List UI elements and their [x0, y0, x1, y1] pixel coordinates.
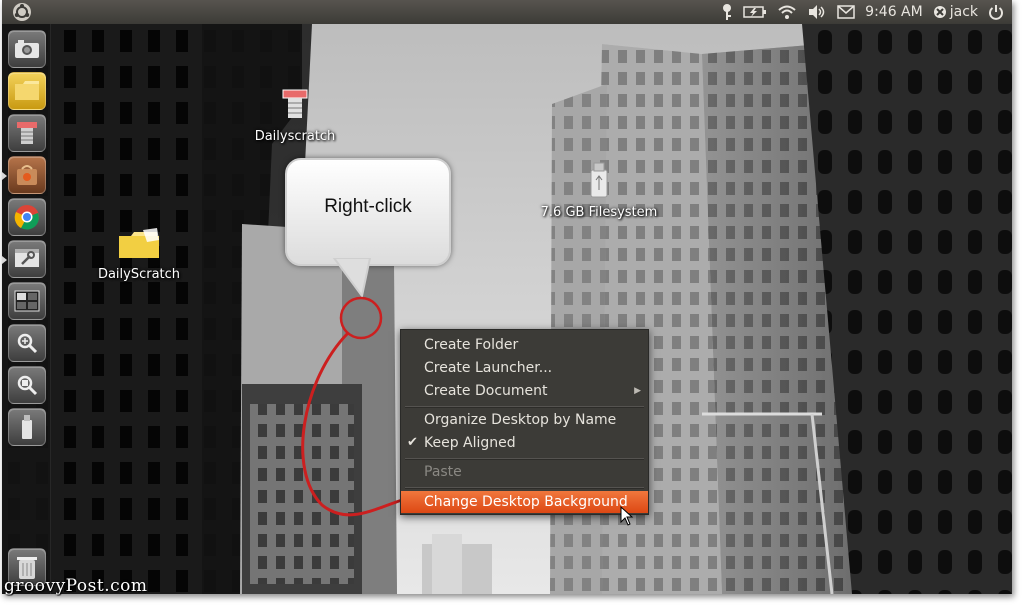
menu-item-create-launcher[interactable]: Create Launcher...: [401, 357, 648, 379]
desktop-screen: 9:46 AM jack Dailyscratch DailyScratch 7…: [2, 0, 1012, 594]
callout-pointer: [332, 258, 372, 298]
menu-separator: [405, 458, 644, 460]
key-icon[interactable]: [721, 0, 733, 24]
user-status-icon: [933, 6, 946, 18]
user-name: jack: [949, 4, 978, 20]
menu-separator: [405, 406, 644, 408]
dailyscratch-icon: [282, 89, 308, 118]
mail-icon[interactable]: [837, 0, 855, 24]
desktop-icon-dailyscratch-app[interactable]: Dailyscratch: [250, 88, 340, 144]
callout-bubble: Right-click: [285, 158, 451, 266]
power-icon[interactable]: [988, 0, 1004, 24]
clock[interactable]: 9:46 AM: [865, 0, 923, 24]
user-menu[interactable]: jack: [933, 0, 978, 24]
chrome-icon[interactable]: [8, 198, 46, 236]
usb-drive-icon: [590, 162, 608, 198]
menu-item-keep-aligned[interactable]: ✔ Keep Aligned: [401, 432, 648, 454]
search-files-icon[interactable]: [8, 366, 46, 404]
ubuntu-logo-icon[interactable]: [12, 2, 32, 22]
zoom-icon[interactable]: [8, 324, 46, 362]
menu-item-create-document[interactable]: Create Document ▶: [401, 380, 648, 402]
folder-icon: [119, 228, 159, 258]
menu-item-organize-desktop[interactable]: Organize Desktop by Name: [401, 409, 648, 431]
launcher: [2, 24, 51, 594]
submenu-arrow-icon: ▶: [634, 386, 641, 396]
menu-item-paste: Paste: [424, 464, 462, 480]
desktop-icon-filesystem[interactable]: 7.6 GB Filesystem: [534, 162, 664, 220]
indicator-area: 9:46 AM jack: [721, 0, 1004, 24]
software-center-icon[interactable]: [8, 156, 46, 194]
volume-icon[interactable]: [807, 0, 827, 24]
desktop-icon-dailyscratch-folder[interactable]: DailyScratch: [94, 228, 184, 282]
menu-item-change-desktop-background[interactable]: Change Desktop Background: [401, 491, 648, 513]
mouse-cursor-icon: [620, 506, 634, 526]
desktop-icon-label: 7.6 GB Filesystem: [540, 205, 658, 220]
callout-text: Right-click: [324, 196, 412, 217]
checkmark-icon: ✔: [407, 435, 418, 450]
desktop-context-menu: Create Folder Create Launcher... Create …: [400, 329, 649, 515]
battery-icon[interactable]: [743, 0, 767, 24]
menu-item-create-folder[interactable]: Create Folder: [401, 334, 648, 356]
running-indicator: [2, 256, 7, 264]
folder-icon[interactable]: [8, 72, 46, 110]
menu-separator: [405, 487, 644, 489]
wifi-icon[interactable]: [777, 0, 797, 24]
running-indicator: [2, 172, 7, 180]
dailyscratch-icon[interactable]: [8, 114, 46, 152]
usb-drive-icon[interactable]: [8, 408, 46, 446]
watermark: groovyPost.com: [4, 576, 148, 596]
system-settings-icon[interactable]: [8, 240, 46, 278]
desktop-icon-label: Dailyscratch: [254, 129, 336, 144]
camera-icon[interactable]: [8, 30, 46, 68]
desktop-icon-label: DailyScratch: [97, 267, 181, 282]
top-panel: 9:46 AM jack: [2, 0, 1012, 24]
workspace-switcher-icon[interactable]: [8, 282, 46, 320]
